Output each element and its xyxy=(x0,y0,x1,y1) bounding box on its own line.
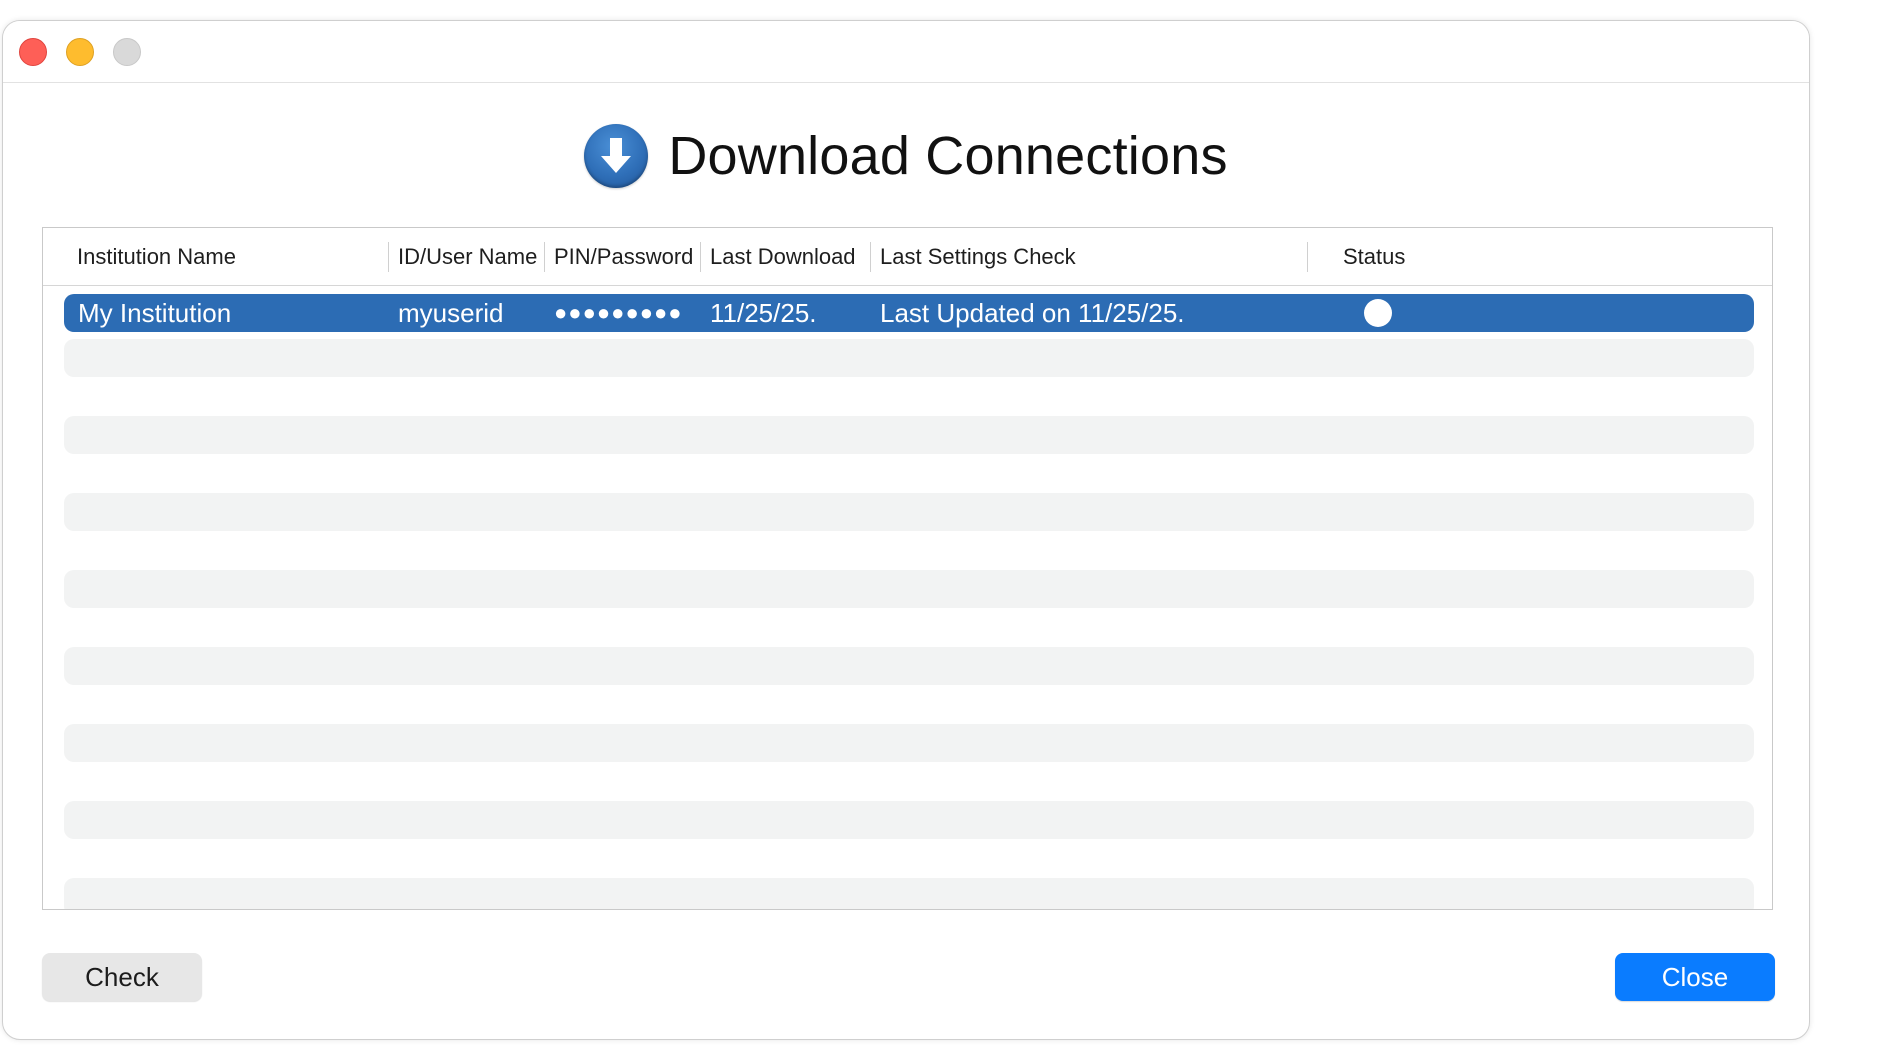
column-header-user-name[interactable]: ID/User Name xyxy=(398,228,537,285)
cell-last-settings-check: Last Updated on 11/25/25. xyxy=(880,298,1185,328)
table-row[interactable]: My Institution myuserid ●●●●●●●●● 11/25/… xyxy=(64,294,1754,332)
cell-institution-name: My Institution xyxy=(78,298,232,328)
empty-row-stripe xyxy=(64,493,1754,531)
close-window-button[interactable] xyxy=(19,38,47,66)
column-header-status[interactable]: Status xyxy=(1343,228,1405,285)
column-header-last-settings-check[interactable]: Last Settings Check xyxy=(880,228,1076,285)
download-connections-window: Download Connections Institution Name ID… xyxy=(2,20,1810,1040)
status-circle-icon xyxy=(1364,299,1392,327)
empty-row-stripe xyxy=(64,801,1754,839)
check-button[interactable]: Check xyxy=(42,953,202,1001)
cell-last-download: 11/25/25. xyxy=(710,298,817,328)
close-button[interactable]: Close xyxy=(1615,953,1775,1001)
dialog-title: Download Connections xyxy=(668,126,1228,186)
minimize-window-button[interactable] xyxy=(66,38,94,66)
empty-row-stripe xyxy=(64,647,1754,685)
table-header: Institution Name ID/User Name PIN/Passwo… xyxy=(43,228,1772,286)
column-separator xyxy=(388,242,389,272)
zoom-window-button[interactable] xyxy=(113,38,141,66)
empty-row-stripe xyxy=(64,570,1754,608)
cell-user-name: myuserid xyxy=(398,298,504,328)
title-bar xyxy=(3,21,1809,83)
download-arrow-icon xyxy=(584,124,649,188)
column-separator xyxy=(544,242,545,272)
column-separator xyxy=(870,242,871,272)
empty-row-stripe xyxy=(64,339,1754,377)
connections-table[interactable]: Institution Name ID/User Name PIN/Passwo… xyxy=(42,227,1773,910)
dialog-header: Download Connections xyxy=(3,121,1809,191)
column-separator xyxy=(700,242,701,272)
column-separator xyxy=(1307,242,1308,272)
cell-password: ●●●●●●●●● xyxy=(554,300,683,325)
empty-row-stripe xyxy=(64,878,1754,909)
empty-row-stripe xyxy=(64,724,1754,762)
empty-row-stripe xyxy=(64,416,1754,454)
column-header-last-download[interactable]: Last Download xyxy=(710,228,856,285)
column-header-institution-name[interactable]: Institution Name xyxy=(77,228,236,285)
column-header-password[interactable]: PIN/Password xyxy=(554,228,693,285)
